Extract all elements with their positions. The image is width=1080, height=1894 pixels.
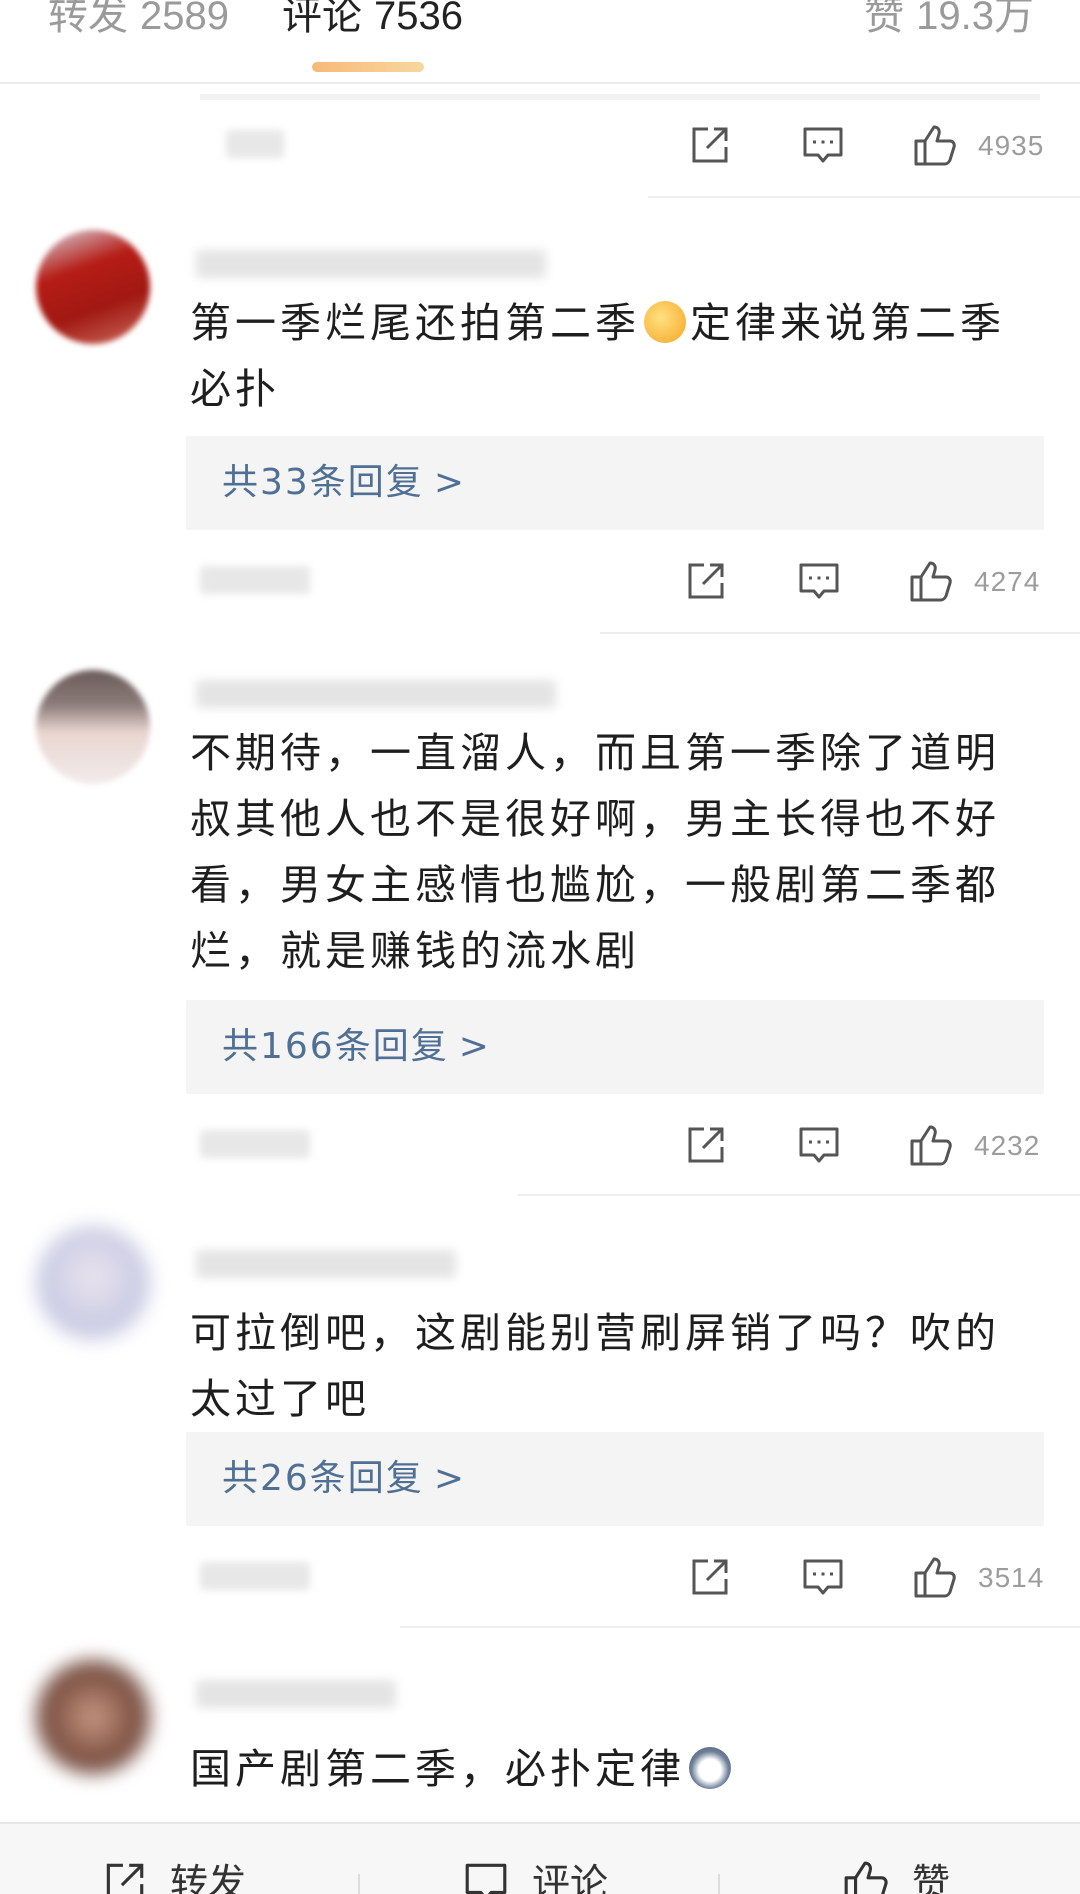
reply-link[interactable]: 共33条回复 > <box>186 436 1044 530</box>
comment-icon[interactable] <box>800 122 846 168</box>
bottom-action-bar: 转发 评论 赞 <box>0 1822 1080 1894</box>
avatar[interactable] <box>36 670 150 784</box>
thumbs-up-icon[interactable] <box>908 558 954 604</box>
avatar[interactable] <box>36 1660 150 1774</box>
reply-count-label: 共26条回复 > <box>222 1454 466 1504</box>
reply-count-label: 共33条回复 > <box>222 458 466 508</box>
bottom-repost-button[interactable]: 转发 <box>100 1852 246 1894</box>
tab-comment-count: 7536 <box>374 0 463 38</box>
share-icon[interactable] <box>682 1122 728 1168</box>
username-blur[interactable] <box>196 1680 396 1708</box>
comment-text-part: 国产剧第二季，必扑定律 <box>190 1745 685 1793</box>
comment-icon[interactable] <box>800 1554 846 1600</box>
comment-text-part: 第一季烂尾还拍第二季 <box>190 299 640 347</box>
reply-link[interactable]: 共26条回复 > <box>186 1432 1044 1526</box>
reply-label: 共26条回复 <box>222 1458 424 1499</box>
avatar[interactable] <box>36 230 150 344</box>
bottom-separator <box>718 1874 720 1894</box>
comment-text: 可拉倒吧，这剧能别营刷屏销了吗？吹的太过了吧 <box>190 1309 1000 1423</box>
reply-label: 共33条回复 <box>222 462 424 503</box>
reply-link[interactable]: 共166条回复 > <box>186 1000 1044 1094</box>
share-icon[interactable] <box>686 1554 732 1600</box>
chevron-right-icon: > <box>433 462 466 503</box>
comment-icon[interactable] <box>796 1122 842 1168</box>
like-count: 4274 <box>974 566 1041 597</box>
bottom-like-button[interactable]: 赞 <box>842 1852 950 1894</box>
timestamp-blur <box>200 1562 310 1590</box>
comment-icon <box>465 1863 507 1894</box>
active-tab-indicator <box>312 62 424 72</box>
bottom-repost-label: 转发 <box>170 1861 247 1894</box>
bottom-comment-button[interactable]: 评论 <box>462 1852 608 1894</box>
thumbs-up-icon[interactable] <box>912 122 958 168</box>
share-icon[interactable] <box>682 558 728 604</box>
timestamp-blur <box>226 130 284 158</box>
husky-emoji <box>689 1747 731 1789</box>
bottom-like-label: 赞 <box>912 1861 951 1894</box>
thumbs-up-icon[interactable] <box>912 1554 958 1600</box>
bottom-comment-label: 评论 <box>532 1861 609 1894</box>
username-blur[interactable] <box>196 250 546 278</box>
thumbs-up-icon <box>844 1861 888 1894</box>
comment-actions: 4935 <box>0 100 1080 190</box>
tab-comment-label: 评论 <box>282 0 362 39</box>
tab-comment[interactable]: 评论 7536 <box>282 0 463 44</box>
tab-like-label: 赞 <box>864 0 905 39</box>
comment-text: 国产剧第二季，必扑定律 <box>190 1736 1022 1802</box>
tab-repost-label: 转发 <box>48 0 128 39</box>
chevron-right-icon: > <box>458 1026 491 1067</box>
username-blur[interactable] <box>196 680 556 708</box>
thumbs-up-icon[interactable] <box>908 1122 954 1168</box>
like-count: 3514 <box>978 1562 1045 1593</box>
divider <box>648 196 1080 198</box>
divider <box>600 632 1080 634</box>
reply-count-label: 共166条回复 > <box>222 1022 491 1072</box>
comment-actions: 3514 <box>0 1532 1080 1622</box>
tab-like-count: 19.3万 <box>916 0 1034 38</box>
comment-text: 第一季烂尾还拍第二季 定律来说第二季必扑 <box>190 290 1022 422</box>
divider <box>518 1194 1080 1196</box>
comment-actions: 4232 <box>0 1100 1080 1190</box>
chevron-right-icon: > <box>433 1458 466 1499</box>
share-icon <box>106 1863 144 1894</box>
timestamp-blur <box>200 566 310 594</box>
reply-label: 共166条回复 <box>222 1026 449 1067</box>
comment-actions: 4274 <box>0 536 1080 626</box>
like-count: 4232 <box>974 1130 1041 1161</box>
share-icon[interactable] <box>686 122 732 168</box>
bottom-separator <box>358 1874 360 1894</box>
like-count: 4935 <box>978 130 1045 161</box>
tab-repost[interactable]: 转发 2589 <box>48 0 229 44</box>
avatar[interactable] <box>36 1226 150 1340</box>
comment-icon[interactable] <box>796 558 842 604</box>
comment-text: 不期待，一直溜人，而且第一季除了道明叔其他人也不是很好啊，男主长得也不好看，男女… <box>190 729 1000 975</box>
tab-bar: 转发 2589 评论 7536 赞 19.3万 <box>0 0 1080 84</box>
divider <box>400 1626 1080 1628</box>
yum-face-emoji <box>644 301 686 343</box>
tab-like[interactable]: 赞 19.3万 <box>864 0 1034 44</box>
tab-repost-count: 2589 <box>140 0 229 38</box>
username-blur[interactable] <box>196 1250 456 1278</box>
timestamp-blur <box>200 1130 310 1158</box>
